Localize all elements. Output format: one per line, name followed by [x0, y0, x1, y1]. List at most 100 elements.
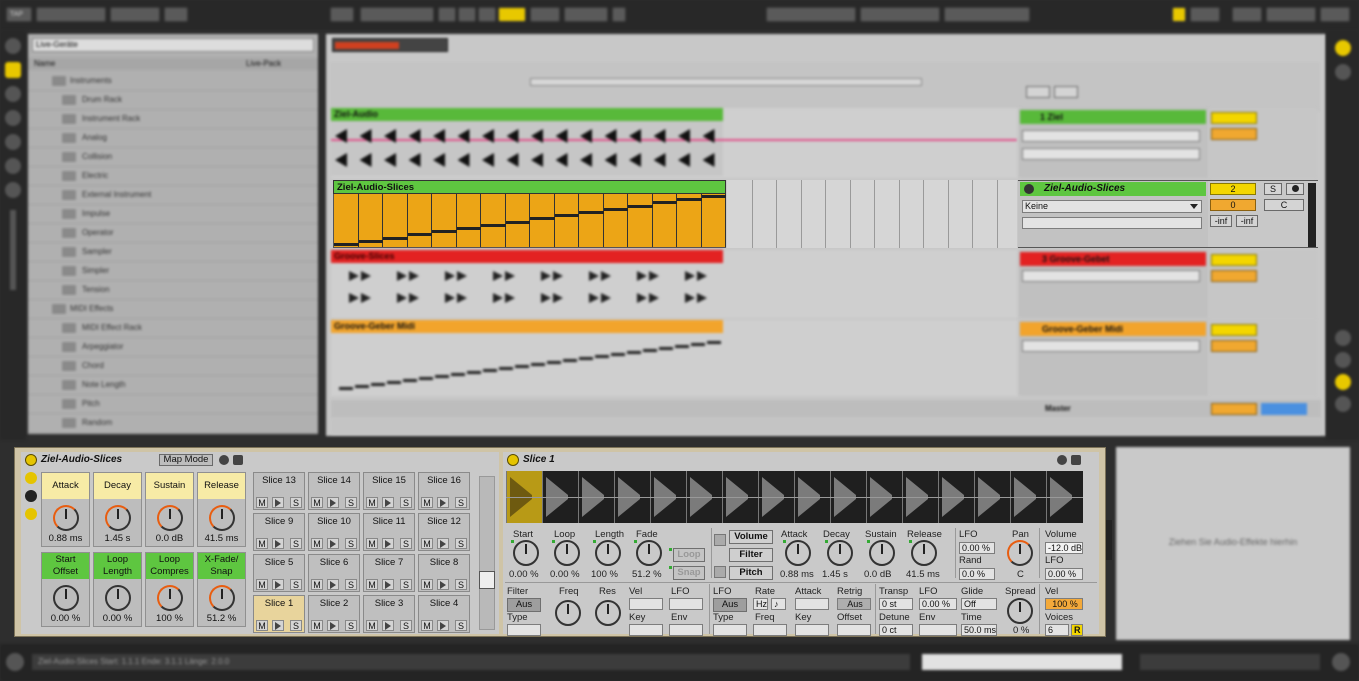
clip-title-groove-slices[interactable]: Groove-Slices [331, 250, 723, 263]
drum-pad[interactable]: Slice 13 M S [253, 472, 305, 510]
browser-row[interactable]: Arpeggiator [28, 338, 318, 357]
midi-note[interactable] [409, 293, 419, 303]
pad-play-button[interactable] [327, 538, 339, 549]
macro-2[interactable]: Decay 1.45 s [93, 472, 142, 547]
midi-note[interactable] [553, 271, 563, 281]
sample-waveform[interactable] [506, 471, 1083, 523]
pad-solo-button[interactable]: S [400, 497, 412, 508]
pad-solo-button[interactable]: S [400, 579, 412, 590]
glide-time-field[interactable]: 50.0 ms [961, 624, 997, 636]
volume-tab[interactable]: Volume [729, 530, 773, 544]
filter-vel-field[interactable] [629, 598, 663, 610]
pad-solo-button[interactable]: S [455, 497, 467, 508]
pad-play-button[interactable] [327, 579, 339, 590]
slice-note[interactable] [554, 214, 579, 218]
volume-vel-field[interactable]: 100 % [1045, 598, 1083, 610]
pad-mute-button[interactable]: M [311, 579, 323, 590]
midi-note[interactable] [355, 385, 369, 388]
browser-row[interactable]: Analog [28, 129, 318, 148]
filter-on-button[interactable]: Aus [507, 598, 541, 612]
hot-swap-icon[interactable] [219, 455, 229, 465]
pad-play-button[interactable] [382, 497, 394, 508]
automation-button[interactable] [530, 7, 560, 22]
pad-mute-button[interactable]: M [421, 579, 433, 590]
lfo-type-select[interactable] [713, 624, 747, 636]
slice-note[interactable] [432, 230, 457, 234]
follow-button[interactable] [330, 7, 354, 22]
io-icon[interactable] [1335, 330, 1351, 346]
pad-solo-button[interactable]: S [345, 497, 357, 508]
simpler-save-icon[interactable] [1071, 455, 1081, 465]
pad-solo-button[interactable]: S [400, 538, 412, 549]
track-2-fold-icon[interactable] [1024, 184, 1034, 194]
lfo-on-button[interactable]: Aus [713, 598, 747, 612]
clip-title-ziel-audio[interactable]: Ziel-Audio [331, 108, 723, 121]
pad-play-button[interactable] [437, 538, 449, 549]
time-ruler[interactable] [331, 418, 1321, 434]
midi-note[interactable] [371, 383, 385, 386]
overdub-button[interactable] [498, 7, 526, 22]
drum-pad[interactable]: Slice 4 M S [418, 595, 470, 633]
chain-list-icon[interactable] [25, 490, 37, 502]
midi-note[interactable] [445, 293, 455, 303]
slice-note[interactable] [628, 204, 653, 208]
midi-note[interactable] [553, 293, 563, 303]
clip-title-groove-midi[interactable]: Groove-Geber Midi [331, 320, 723, 333]
pad-solo-button[interactable]: S [455, 538, 467, 549]
lfo-freq-field[interactable] [753, 624, 787, 636]
snap-button[interactable]: Snap [673, 566, 705, 580]
browser-row[interactable]: Simpler [28, 262, 318, 281]
track-1-volume[interactable] [1211, 128, 1257, 140]
browser-toggle-icon[interactable] [5, 38, 21, 54]
device-scroll-handle[interactable] [1106, 520, 1112, 560]
midi-note[interactable] [505, 293, 515, 303]
offset-field[interactable] [837, 624, 871, 636]
browser-row[interactable]: Tension [28, 281, 318, 300]
drum-pad[interactable]: Slice 8 M S [418, 554, 470, 592]
slice-note[interactable] [677, 198, 702, 202]
midi-note[interactable] [349, 293, 359, 303]
track-3-activator[interactable] [1211, 254, 1257, 266]
drum-pad[interactable]: Slice 10 M S [308, 513, 360, 551]
filter-key-field[interactable] [629, 624, 663, 636]
pad-mute-button[interactable]: M [256, 579, 268, 590]
midi-note[interactable] [601, 271, 611, 281]
drum-pad[interactable]: Slice 11 M S [363, 513, 415, 551]
sample-param-knob[interactable] [513, 540, 539, 566]
filter-tab[interactable]: Filter [729, 548, 773, 562]
pad-mute-button[interactable]: M [256, 538, 268, 549]
detail-view-toggle-icon[interactable] [1332, 653, 1350, 671]
filter-env-field[interactable] [669, 624, 703, 636]
clip-title-bar[interactable]: Ziel-Audio-Slices [333, 180, 726, 194]
pad-mute-button[interactable]: M [366, 579, 378, 590]
loop-brace[interactable] [530, 78, 922, 86]
loop-button[interactable]: Loop [673, 548, 705, 562]
track-2-pan-field[interactable]: C [1264, 199, 1304, 211]
pad-play-button[interactable] [382, 620, 394, 631]
detune-field[interactable]: 0 ct [879, 624, 913, 636]
search-browser-icon[interactable] [5, 182, 21, 198]
midi-note[interactable] [649, 293, 659, 303]
pad-solo-button[interactable]: S [290, 620, 302, 631]
midi-note[interactable] [643, 349, 657, 352]
macro-1[interactable]: Attack 0.88 ms [41, 472, 90, 547]
envelope-knob[interactable] [911, 540, 937, 566]
pad-solo-button[interactable]: S [400, 620, 412, 631]
quantize-select[interactable] [564, 7, 608, 22]
scroll-bar[interactable] [10, 210, 16, 290]
rate-sync-button[interactable]: ♪ [771, 598, 786, 610]
punch-buttons[interactable] [860, 7, 940, 22]
pad-mute-button[interactable]: M [366, 538, 378, 549]
track-1-activator[interactable] [1211, 112, 1257, 124]
simpler-power-icon[interactable] [507, 454, 519, 466]
midi-note[interactable] [419, 377, 433, 380]
mixer-icon[interactable] [1335, 374, 1351, 390]
position-field[interactable] [360, 7, 434, 22]
macro-knob[interactable] [105, 505, 131, 531]
midi-note[interactable] [541, 271, 551, 281]
pad-mute-button[interactable]: M [421, 497, 433, 508]
map-mode-button[interactable]: Map Mode [159, 454, 213, 466]
track-3-title[interactable]: 3 Groove-Gebet [1020, 252, 1206, 266]
info-toggle-icon[interactable] [6, 653, 24, 671]
midi-note[interactable] [451, 373, 465, 376]
